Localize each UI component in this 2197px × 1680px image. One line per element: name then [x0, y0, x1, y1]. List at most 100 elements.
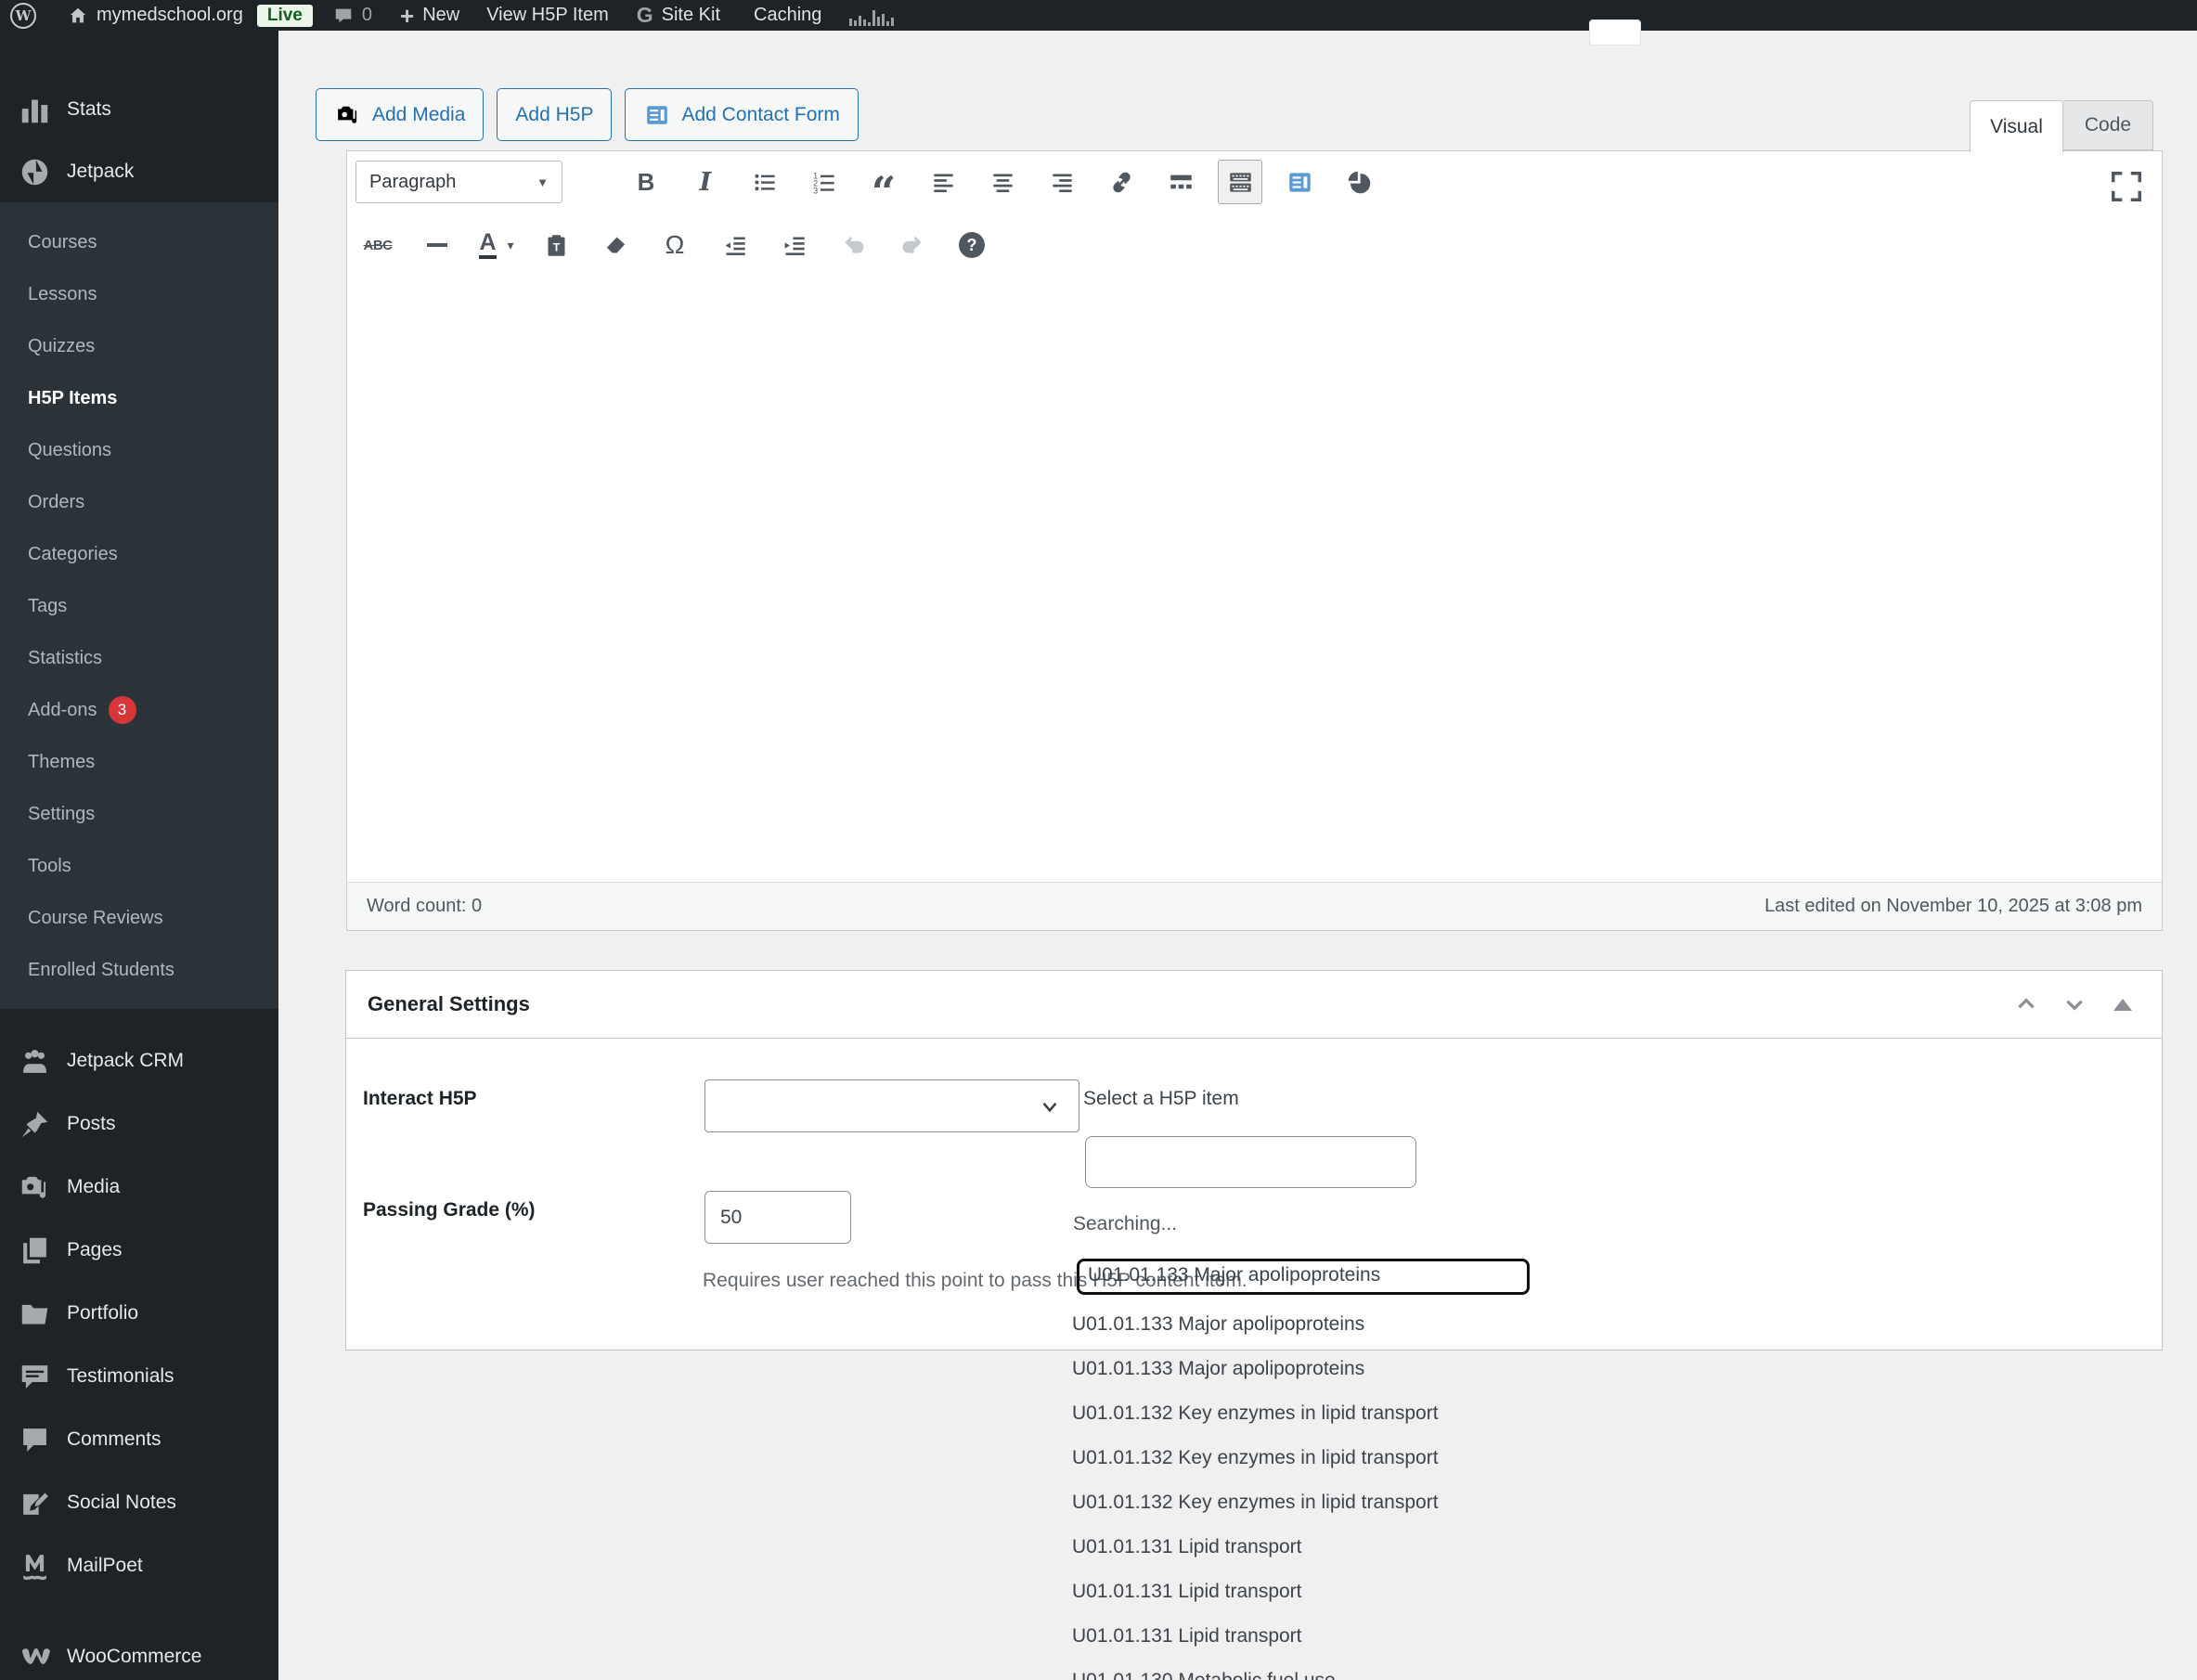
indent-icon[interactable]	[771, 223, 816, 267]
sidebar-item-orders[interactable]: Orders	[0, 476, 278, 528]
h5p-search-result[interactable]: U01.01.130 Metabolic fuel use	[1072, 1670, 1336, 1680]
sidebar-item-h5p-items[interactable]: H5P Items	[0, 372, 278, 424]
text-color-icon[interactable]: A▾	[474, 223, 519, 267]
contact-form-icon[interactable]	[1277, 160, 1322, 204]
h5p-search-result[interactable]: U01.01.133 Major apolipoproteins	[1088, 1264, 1380, 1286]
special-character-icon[interactable]: Ω	[653, 223, 697, 267]
align-right-icon[interactable]	[1040, 160, 1084, 204]
tab-visual[interactable]: Visual	[1970, 100, 2063, 152]
undo-icon[interactable]	[831, 223, 875, 267]
format-select-value: Paragraph	[369, 172, 456, 193]
wordpress-logo-button[interactable]: W	[10, 3, 36, 29]
fullscreen-icon[interactable]	[2109, 169, 2144, 204]
sidebar-item-settings[interactable]: Settings	[0, 788, 278, 840]
strikethrough-icon[interactable]: ABC	[355, 223, 400, 267]
link-icon[interactable]	[1099, 160, 1144, 204]
mailpoet-icon	[19, 1551, 50, 1582]
button-add-contact-form[interactable]: Add Contact Form	[625, 88, 858, 141]
help-icon[interactable]: ?	[950, 223, 994, 267]
sidebar-item-posts[interactable]: Posts	[0, 1092, 278, 1156]
sidebar-item-mailpoet[interactable]: MailPoet	[0, 1534, 278, 1597]
passing-grade-label: Passing Grade (%)	[363, 1199, 536, 1221]
sidebar-item-lessons[interactable]: Lessons	[0, 268, 278, 320]
h5p-search-result[interactable]: U01.01.133 Major apolipoproteins	[1072, 1358, 1364, 1380]
pie-chart-icon[interactable]	[1337, 160, 1381, 204]
h5p-search-result[interactable]: U01.01.131 Lipid transport	[1072, 1536, 1302, 1558]
redo-icon[interactable]	[890, 223, 935, 267]
sidebar-item-enrolled-students[interactable]: Enrolled Students	[0, 944, 278, 996]
paste-as-text-icon[interactable]: T	[534, 223, 578, 267]
pin-icon	[19, 1109, 50, 1140]
blockquote-icon[interactable]: “	[861, 160, 906, 204]
sidebar-item-tools[interactable]: Tools	[0, 840, 278, 892]
italic-icon[interactable]: I	[683, 160, 728, 204]
sidebar-item-social-notes[interactable]: Social Notes	[0, 1471, 278, 1534]
sidebar-item-jetpack-crm[interactable]: Jetpack CRM	[0, 1029, 278, 1092]
comments-link[interactable]: 0	[333, 5, 372, 26]
move-up-icon[interactable]	[2009, 987, 2044, 1022]
toolbar-toggle-icon[interactable]	[1218, 160, 1262, 204]
sidebar-item-stats[interactable]: Stats	[0, 81, 278, 138]
comment-icon	[19, 1425, 50, 1455]
numbered-list-icon[interactable]: 123	[802, 160, 846, 204]
button-add-media[interactable]: Add Media	[316, 88, 484, 141]
sidebar-item-statistics[interactable]: Statistics	[0, 632, 278, 684]
align-center-icon[interactable]	[980, 160, 1025, 204]
sidebar-item-questions[interactable]: Questions	[0, 424, 278, 476]
sidebar-item-comments[interactable]: Comments	[0, 1408, 278, 1471]
last-edited: Last edited on November 10, 2025 at 3:08…	[1764, 896, 2142, 917]
horizontal-rule-icon[interactable]	[415, 223, 459, 267]
bold-icon[interactable]: B	[624, 160, 668, 204]
sidebar-item-portfolio[interactable]: Portfolio	[0, 1282, 278, 1345]
view-h5p-item-link[interactable]: View H5P Item	[486, 5, 609, 26]
site-kit-menu[interactable]: G Site Kit	[637, 3, 720, 28]
h5p-search-result[interactable]: U01.01.133 Major apolipoproteins	[1072, 1313, 1364, 1336]
sidebar-item-add-ons[interactable]: Add-ons 3	[0, 684, 278, 736]
h5p-item-search-input[interactable]	[1085, 1136, 1416, 1188]
metabox-header[interactable]: General Settings	[346, 971, 2162, 1039]
clear-formatting-icon[interactable]	[593, 223, 638, 267]
new-content-button[interactable]: + New	[400, 5, 459, 26]
select-h5p-hint: Select a H5P item	[1083, 1088, 1239, 1110]
h5p-search-result[interactable]: U01.01.132 Key enzymes in lipid transpor…	[1072, 1402, 1439, 1425]
media-buttons-row: Add Media Add H5P Add Contact Form	[316, 88, 859, 141]
toggle-panel-icon[interactable]	[2105, 987, 2140, 1022]
sidebar-item-jetpack[interactable]: Jetpack	[0, 141, 278, 202]
outdent-icon[interactable]	[712, 223, 756, 267]
sidebar-item-courses[interactable]: Courses	[0, 216, 278, 268]
interact-h5p-select[interactable]	[704, 1079, 1079, 1132]
h5p-search-result[interactable]: U01.01.132 Key enzymes in lipid transpor…	[1072, 1447, 1439, 1469]
align-left-icon[interactable]	[921, 160, 965, 204]
svg-text:3: 3	[813, 186, 818, 195]
editor-toolbar-row-1: Paragraph ▼ BI 123 “	[355, 160, 1396, 204]
live-badge[interactable]: Live	[257, 5, 313, 27]
button-add-h5p[interactable]: Add H5P	[497, 88, 612, 141]
camera-icon	[334, 103, 362, 127]
camera-icon	[19, 1172, 50, 1203]
word-count: Word count: 0	[367, 896, 482, 917]
read-more-icon[interactable]	[1158, 160, 1203, 204]
site-name-link[interactable]: mymedschool.org	[68, 5, 243, 26]
h5p-search-result[interactable]: U01.01.132 Key enzymes in lipid transpor…	[1072, 1492, 1439, 1514]
paragraph-format-select[interactable]: Paragraph ▼	[355, 161, 562, 203]
passing-grade-input[interactable]	[704, 1191, 851, 1244]
sidebar-item-media[interactable]: Media	[0, 1156, 278, 1219]
sidebar-item-themes[interactable]: Themes	[0, 736, 278, 788]
stats-sparkline-icon[interactable]	[849, 6, 894, 26]
editor-panel[interactable]	[346, 150, 2163, 931]
move-down-icon[interactable]	[2057, 987, 2092, 1022]
tab-code[interactable]: Code	[2063, 100, 2153, 150]
sidebar-item-quizzes[interactable]: Quizzes	[0, 320, 278, 372]
google-g-icon: G	[637, 3, 653, 28]
sidebar-item-testimonials[interactable]: Testimonials	[0, 1345, 278, 1408]
sidebar-item-categories[interactable]: Categories	[0, 528, 278, 580]
caching-menu[interactable]: Caching	[754, 5, 821, 26]
sidebar-item-course-reviews[interactable]: Course Reviews	[0, 892, 278, 944]
h5p-search-result[interactable]: U01.01.131 Lipid transport	[1072, 1625, 1302, 1648]
bullet-list-icon[interactable]	[743, 160, 787, 204]
view-item-label: View H5P Item	[486, 5, 609, 26]
sidebar-item-tags[interactable]: Tags	[0, 580, 278, 632]
sidebar-item-pages[interactable]: Pages	[0, 1219, 278, 1282]
sidebar-item-woocommerce[interactable]: WooCommerce	[0, 1625, 278, 1680]
h5p-search-result[interactable]: U01.01.131 Lipid transport	[1072, 1581, 1302, 1603]
